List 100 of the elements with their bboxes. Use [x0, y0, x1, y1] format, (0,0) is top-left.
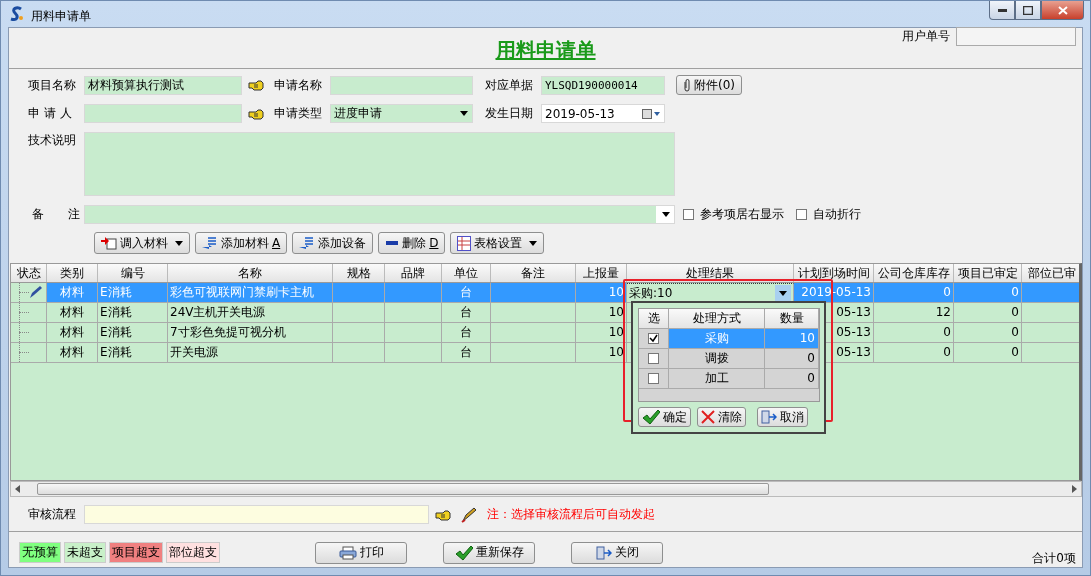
dialog-button[interactable]: 取消	[757, 407, 808, 427]
table-cell: 24V主机开关电源	[170, 305, 266, 319]
pencil-icon	[29, 285, 43, 299]
checkbox[interactable]: 参考项居右显示	[683, 206, 784, 223]
caret-icon	[529, 240, 538, 246]
field-label: 发生日期	[485, 105, 534, 122]
column-header: 处理方式	[669, 309, 765, 328]
pen-eraser-icon[interactable]	[461, 506, 477, 523]
table-cell: 0	[943, 285, 951, 299]
text-field[interactable]: YLSQD190000014	[541, 75, 665, 95]
text-field[interactable]	[956, 27, 1076, 46]
total-text: 合计0项	[1032, 550, 1076, 567]
maximize-button[interactable]	[1015, 1, 1041, 20]
column-header[interactable]: 名称	[168, 264, 333, 282]
table-cell: 材料	[60, 285, 84, 299]
date-field[interactable]: 2019-05-13	[541, 104, 665, 123]
table-cell: 12	[935, 305, 951, 319]
table-cell[interactable]: 0	[765, 369, 819, 388]
table-cell: 开关电源	[170, 345, 218, 359]
legend-tag: 项目超支	[109, 542, 163, 563]
table-cell: 0	[1011, 345, 1019, 359]
table-cell: 0	[943, 345, 951, 359]
column-header[interactable]: 类别	[47, 264, 98, 282]
table-cell[interactable]: 0	[765, 349, 819, 368]
column-header[interactable]: 项目已审定	[954, 264, 1022, 282]
printer-icon	[338, 545, 357, 560]
cross-icon	[701, 410, 715, 424]
table-cell: 材料	[60, 325, 84, 339]
caret-icon	[779, 290, 787, 296]
column-header[interactable]: 部位已审	[1022, 264, 1079, 282]
scroll-left-icon[interactable]	[15, 485, 21, 493]
text-field[interactable]	[330, 75, 473, 95]
attach-button[interactable]: 附件(0)	[676, 75, 742, 95]
toolbar-button[interactable]: 删除 D	[378, 232, 446, 254]
toolbar-button[interactable]: 表格设置	[450, 232, 545, 254]
table-cell[interactable]: 加工	[669, 369, 765, 388]
action-button[interactable]: 关闭	[571, 541, 663, 564]
legend-tag: 未超支	[64, 542, 106, 563]
checkbox[interactable]	[648, 373, 659, 384]
toolbar-button[interactable]: 调入材料	[94, 232, 190, 254]
list-add-icon	[202, 236, 218, 250]
minus-icon	[385, 240, 400, 246]
dropdown-field[interactable]	[84, 205, 675, 224]
column-header[interactable]: 规格	[333, 264, 385, 282]
table-cell: 台	[460, 325, 472, 339]
field-label: 申请名称	[274, 76, 323, 94]
column-header[interactable]: 单位	[442, 264, 491, 282]
checkbox[interactable]	[648, 353, 659, 364]
exit-door-icon	[761, 410, 777, 424]
checkbox[interactable]	[648, 333, 659, 344]
table-icon	[457, 235, 472, 251]
minimize-icon	[997, 8, 1007, 12]
text-field[interactable]	[84, 104, 242, 123]
field-label: 项目名称	[28, 76, 77, 94]
dialog-button[interactable]: 清除	[697, 407, 746, 427]
column-header[interactable]: 编号	[98, 264, 168, 282]
table-cell: 7寸彩色免提可视分机	[170, 325, 286, 339]
pointing-hand-icon[interactable]	[248, 107, 264, 120]
pointing-hand-icon[interactable]	[435, 508, 451, 521]
table-cell: 材料	[60, 345, 84, 359]
action-button[interactable]: 打印	[315, 541, 407, 564]
column-header[interactable]: 状态	[11, 264, 47, 282]
table-cell: 05-13	[836, 345, 871, 359]
field-label: 技术说明	[28, 132, 77, 149]
column-header[interactable]: 品牌	[385, 264, 442, 282]
pointing-hand-icon[interactable]	[248, 79, 264, 91]
column-header[interactable]: 备注	[491, 264, 576, 282]
close-button[interactable]	[1041, 1, 1084, 20]
toolbar-button[interactable]: 添加设备	[292, 232, 374, 254]
table-cell: 0	[943, 325, 951, 339]
horizontal-scrollbar[interactable]	[10, 481, 1082, 497]
action-button[interactable]: 重新保存	[443, 541, 535, 564]
list-add-icon	[299, 236, 316, 250]
text-field[interactable]: 材料预算执行测试	[84, 75, 242, 95]
column-header[interactable]: 计划到场时间	[794, 264, 874, 282]
column-header: 选	[639, 309, 669, 328]
table-cell: E消耗	[100, 325, 132, 339]
text-field[interactable]	[84, 505, 429, 524]
dialog-button[interactable]: 确定	[638, 407, 691, 427]
column-header[interactable]: 公司仓库库存	[874, 264, 954, 282]
table-cell: 10	[608, 325, 624, 339]
checkbox[interactable]: 自动折行	[796, 206, 861, 223]
scroll-right-icon[interactable]	[1071, 485, 1077, 493]
dropdown-field[interactable]: 进度申请	[330, 104, 473, 123]
document-import-icon	[101, 236, 117, 250]
table-cell: 10	[608, 285, 624, 299]
table-cell: 10	[608, 345, 624, 359]
column-header[interactable]: 上报量	[576, 264, 627, 282]
column-header[interactable]: 处理结果	[627, 264, 794, 282]
table-cell: 10	[608, 305, 624, 319]
dropdown-button[interactable]	[775, 285, 791, 301]
table-cell[interactable]: 调拨	[669, 349, 765, 368]
field-label: 审核流程	[28, 506, 77, 523]
field-label: 用户单号	[902, 28, 950, 45]
table-cell: E消耗	[100, 345, 132, 359]
toolbar-button[interactable]: 添加材料 A	[195, 232, 288, 254]
minimize-button[interactable]	[989, 1, 1015, 20]
table-cell: 05-13	[836, 325, 871, 339]
form-title: 用料申请单	[495, 36, 596, 64]
table-cell: E消耗	[100, 305, 132, 319]
